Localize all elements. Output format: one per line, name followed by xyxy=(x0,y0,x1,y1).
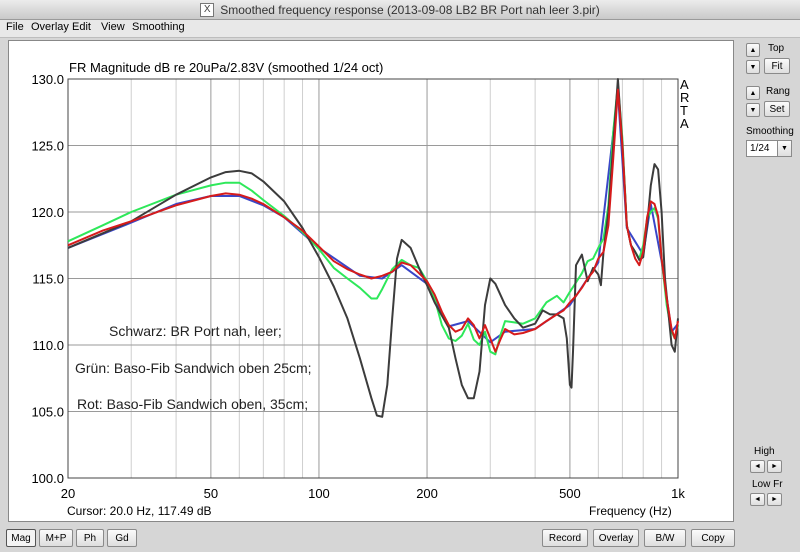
x-window-icon: X xyxy=(200,2,215,17)
high-label: High xyxy=(754,446,775,457)
chevron-down-icon: ▼ xyxy=(777,141,791,156)
frequency-response-chart[interactable]: 100.0 105.0 110.0 115.0 120.0 125.0 130.0 20 50… xyxy=(9,41,733,521)
smoothing-value: 1/24 xyxy=(750,143,770,154)
series-line-1 xyxy=(67,83,679,356)
x-tick-label: 500 xyxy=(559,486,581,501)
menu-smoothing[interactable]: Smoothing xyxy=(132,21,185,33)
record-button[interactable]: Record xyxy=(542,529,588,547)
mag-button[interactable]: Mag xyxy=(6,529,36,547)
smoothing-label: Smoothing xyxy=(746,126,794,137)
annotation-gruen: Grün: Baso-Fib Sandwich oben 25cm; xyxy=(75,360,312,376)
ph-button[interactable]: Ph xyxy=(76,529,104,547)
range-label: Rang xyxy=(766,86,790,97)
top-label: Top xyxy=(768,43,785,54)
plot-area[interactable]: 100.0 105.0 110.0 115.0 120.0 125.0 130.0 20 50… xyxy=(8,40,734,522)
high-left-button[interactable]: ◄ xyxy=(750,460,765,473)
bottom-toolbar: Mag M+P Ph Gd Record Overlay B/W Copy xyxy=(0,524,800,552)
gd-button[interactable]: Gd xyxy=(107,529,137,547)
high-right-button[interactable]: ► xyxy=(767,460,782,473)
chart-title: FR Magnitude dB re 20uPa/2.83V (smoothed… xyxy=(69,60,383,75)
range-down-button[interactable]: ▼ xyxy=(746,103,760,117)
window-title: Smoothed frequency response (2013-09-08 … xyxy=(220,2,600,17)
fit-button[interactable]: Fit xyxy=(764,58,790,74)
x-axis-label: Frequency (Hz) xyxy=(589,504,672,518)
annotation-rot: Rot: Baso-Fib Sandwich oben, 35cm; xyxy=(77,396,308,412)
lowfr-right-button[interactable]: ► xyxy=(767,493,782,506)
x-tick-label: 1k xyxy=(671,486,685,501)
y-tick-label: 110.0 xyxy=(32,338,64,353)
menu-view[interactable]: View xyxy=(101,21,125,33)
x-tick-label: 50 xyxy=(204,486,218,501)
top-down-button[interactable]: ▼ xyxy=(746,60,760,74)
mp-button[interactable]: M+P xyxy=(39,529,73,547)
bw-button[interactable]: B/W xyxy=(644,529,686,547)
arta-letter-a2: A xyxy=(680,116,689,131)
menu-edit[interactable]: Edit xyxy=(72,21,91,33)
set-button[interactable]: Set xyxy=(764,101,790,117)
lowfr-label: Low Fr xyxy=(752,479,783,490)
y-tick-label: 120.0 xyxy=(31,205,64,220)
copy-button[interactable]: Copy xyxy=(691,529,735,547)
overlay-button[interactable]: Overlay xyxy=(593,529,639,547)
y-tick-label: 105.0 xyxy=(31,405,64,420)
cursor-readout: Cursor: 20.0 Hz, 117.49 dB xyxy=(67,504,212,518)
x-tick-label: 100 xyxy=(308,486,330,501)
right-control-panel: ▲ Top ▼ Fit ▲ Rang ▼ Set Smoothing 1/24 … xyxy=(736,40,800,522)
smoothing-select[interactable]: 1/24 ▼ xyxy=(746,140,792,157)
x-tick-label: 20 xyxy=(61,486,75,501)
series-line-2 xyxy=(67,88,679,353)
y-tick-label: 115.0 xyxy=(32,272,64,287)
y-tick-label: 130.0 xyxy=(31,72,64,87)
series-line-3 xyxy=(67,91,679,344)
title-bar: X Smoothed frequency response (2013-09-0… xyxy=(0,0,800,20)
y-tick-label: 100.0 xyxy=(31,471,64,486)
range-up-button[interactable]: ▲ xyxy=(746,86,760,100)
top-up-button[interactable]: ▲ xyxy=(746,43,760,57)
menu-bar: File Overlay Edit View Smoothing xyxy=(0,20,800,38)
menu-overlay[interactable]: Overlay xyxy=(31,21,69,33)
x-tick-label: 200 xyxy=(416,486,438,501)
lowfr-left-button[interactable]: ◄ xyxy=(750,493,765,506)
annotation-schwarz: Schwarz: BR Port nah, leer; xyxy=(109,323,282,339)
y-tick-label: 125.0 xyxy=(31,139,64,154)
menu-file[interactable]: File xyxy=(6,21,24,33)
